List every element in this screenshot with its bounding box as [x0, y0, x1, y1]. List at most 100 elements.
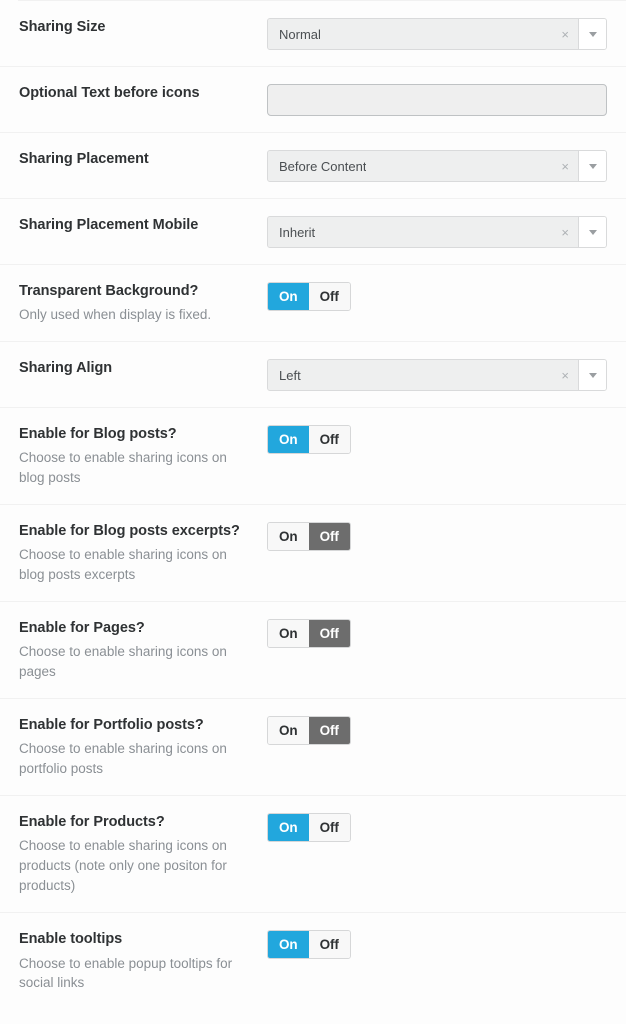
setting-label-enable-for-products: Enable for Products? [19, 814, 165, 831]
setting-row-enable-for-blog-posts: Enable for Blog posts? Choose to enable s… [0, 407, 626, 504]
settings-row-list: Sharing Size Normal × Optional Text before … [0, 1, 626, 1009]
setting-label-enable-for-blog-posts: Enable for Blog posts? [19, 426, 177, 443]
setting-control-column: On Off [267, 715, 608, 746]
setting-row-enable-for-pages: Enable for Pages? Choose to enable sharin… [0, 601, 626, 698]
setting-label-enable-for-pages: Enable for Pages? [19, 620, 145, 637]
setting-label-enable-tooltips: Enable tooltips [19, 931, 123, 948]
setting-label-sharing-size: Sharing Size [19, 19, 106, 35]
setting-description-enable-for-blog-posts-excerpts: Choose to enable sharing icons on blog p… [19, 547, 227, 583]
setting-description-enable-for-portfolio-posts: Choose to enable sharing icons on portfo… [19, 741, 227, 777]
toggle-on-option[interactable]: On [268, 814, 309, 842]
toggle-enable-for-portfolio-posts[interactable]: On Off [267, 716, 351, 746]
setting-control-column: Normal × [267, 17, 608, 50]
sharing-settings-panel: Sharing Size Normal × Optional Text before … [0, 0, 626, 1010]
text-input-optional-text-before-icons[interactable] [267, 84, 607, 116]
setting-label-optional-text-before-icons: Optional Text before icons [19, 85, 200, 101]
select-field-sharing-placement[interactable]: Before Content × [268, 151, 578, 181]
chevron-down-icon[interactable] [578, 217, 606, 247]
setting-control-column: Before Content × [267, 149, 608, 182]
setting-row-sharing-align: Sharing Align Left × [0, 341, 626, 407]
toggle-off-option[interactable]: Off [308, 931, 350, 959]
setting-label-column: Sharing Placement [19, 149, 267, 169]
toggle-enable-for-blog-posts[interactable]: On Off [267, 425, 351, 455]
setting-description-enable-tooltips: Choose to enable popup tooltips for soci… [19, 955, 233, 991]
setting-control-column: On Off [267, 812, 608, 843]
setting-label-column: Optional Text before icons [19, 83, 267, 103]
setting-description-transparent-background: Only used when display is fixed. [19, 307, 212, 323]
select-clear-icon[interactable]: × [553, 226, 569, 239]
setting-label-enable-for-portfolio-posts: Enable for Portfolio posts? [19, 717, 204, 734]
setting-control-column: On Off [267, 281, 608, 311]
toggle-enable-for-pages[interactable]: On Off [267, 619, 351, 649]
setting-row-enable-tooltips: Enable tooltips Choose to enable popup to… [0, 912, 626, 1009]
setting-label-column: Enable for Blog posts? Choose to enable s… [19, 424, 267, 488]
setting-label-column: Transparent Background? Only used when di… [19, 281, 267, 325]
toggle-on-option[interactable]: On [268, 283, 309, 310]
setting-row-sharing-placement-mobile: Sharing Placement Mobile Inherit × [0, 198, 626, 264]
setting-label-column: Sharing Placement Mobile [19, 215, 267, 235]
chevron-down-icon[interactable] [578, 19, 606, 49]
setting-description-enable-for-pages: Choose to enable sharing icons on pages [19, 644, 227, 680]
select-field-sharing-size[interactable]: Normal × [268, 19, 578, 49]
setting-control-column: Inherit × [267, 215, 608, 248]
setting-row-enable-for-blog-posts-excerpts: Enable for Blog posts excerpts? Choose to… [0, 504, 626, 601]
toggle-enable-tooltips[interactable]: On Off [267, 930, 351, 960]
chevron-down-icon[interactable] [578, 360, 606, 391]
select-clear-icon[interactable]: × [553, 160, 569, 173]
select-sharing-placement[interactable]: Before Content × [267, 150, 607, 182]
select-value-sharing-align: Left [279, 367, 301, 383]
setting-label-column: Sharing Align [19, 358, 267, 378]
toggle-enable-for-blog-posts-excerpts[interactable]: On Off [267, 522, 351, 552]
caret-glyph [588, 31, 597, 37]
toggle-off-option[interactable]: Off [308, 426, 350, 454]
select-value-sharing-placement: Before Content [279, 158, 367, 174]
toggle-off-option[interactable]: Off [308, 717, 350, 745]
setting-label-sharing-placement: Sharing Placement [19, 151, 149, 167]
setting-control-column: Left × [267, 358, 608, 392]
select-sharing-align[interactable]: Left × [267, 359, 607, 392]
select-clear-icon[interactable]: × [553, 369, 569, 382]
toggle-on-option[interactable]: On [268, 931, 309, 959]
setting-row-enable-for-portfolio-posts: Enable for Portfolio posts? Choose to ena… [0, 698, 626, 795]
select-clear-icon[interactable]: × [553, 28, 569, 41]
select-sharing-placement-mobile[interactable]: Inherit × [267, 216, 607, 248]
toggle-on-option[interactable]: On [268, 426, 309, 454]
toggle-off-option[interactable]: Off [308, 283, 350, 310]
setting-control-column: On Off [267, 929, 608, 960]
setting-label-column: Enable tooltips Choose to enable popup to… [19, 929, 267, 993]
toggle-on-option[interactable]: On [268, 523, 309, 551]
toggle-off-option[interactable]: Off [308, 620, 350, 648]
setting-description-enable-for-blog-posts: Choose to enable sharing icons on blog p… [19, 450, 227, 486]
select-field-sharing-align[interactable]: Left × [268, 360, 578, 391]
caret-glyph [588, 229, 597, 235]
toggle-enable-for-products[interactable]: On Off [267, 813, 351, 843]
setting-row-transparent-background: Transparent Background? Only used when di… [0, 264, 626, 341]
caret-glyph [588, 163, 597, 169]
toggle-off-option[interactable]: Off [308, 523, 350, 551]
select-field-sharing-placement-mobile[interactable]: Inherit × [268, 217, 578, 247]
toggle-transparent-background[interactable]: On Off [267, 282, 351, 311]
setting-label-column: Sharing Size [19, 17, 267, 37]
setting-label-sharing-align: Sharing Align [19, 360, 113, 377]
caret-glyph [588, 372, 597, 378]
setting-label-column: Enable for Portfolio posts? Choose to ena… [19, 715, 267, 779]
setting-row-sharing-placement: Sharing Placement Before Content × [0, 132, 626, 198]
setting-control-column: On Off [267, 521, 608, 552]
setting-label-transparent-background: Transparent Background? [19, 283, 199, 299]
setting-label-enable-for-blog-posts-excerpts: Enable for Blog posts excerpts? [19, 523, 240, 540]
toggle-on-option[interactable]: On [268, 717, 309, 745]
setting-control-column [267, 83, 608, 116]
toggle-on-option[interactable]: On [268, 620, 309, 648]
setting-label-sharing-placement-mobile: Sharing Placement Mobile [19, 217, 199, 233]
setting-label-column: Enable for Products? Choose to enable sha… [19, 812, 267, 896]
chevron-down-icon[interactable] [578, 151, 606, 181]
setting-row-enable-for-products: Enable for Products? Choose to enable sha… [0, 795, 626, 912]
setting-label-column: Enable for Blog posts excerpts? Choose to… [19, 521, 267, 585]
toggle-off-option[interactable]: Off [308, 814, 350, 842]
setting-description-enable-for-products: Choose to enable sharing icons on produc… [19, 838, 227, 894]
select-value-sharing-placement-mobile: Inherit [279, 224, 316, 240]
setting-control-column: On Off [267, 618, 608, 649]
select-sharing-size[interactable]: Normal × [267, 18, 607, 50]
setting-row-optional-text-before-icons: Optional Text before icons [0, 66, 626, 132]
setting-label-column: Enable for Pages? Choose to enable sharin… [19, 618, 267, 682]
